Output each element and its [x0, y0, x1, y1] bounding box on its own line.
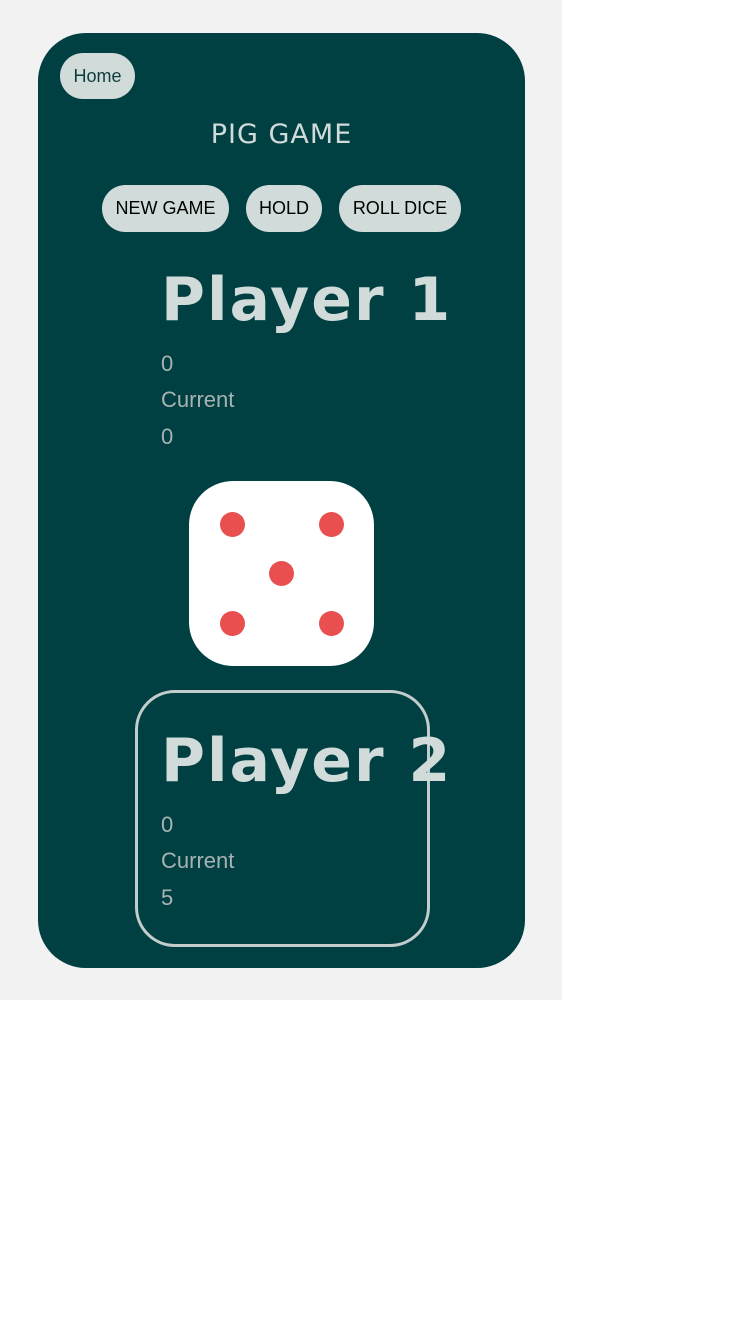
- player-1-name: Player 1: [161, 265, 453, 335]
- game-title: PIG GAME: [210, 119, 353, 150]
- hold-button[interactable]: HOLD: [246, 185, 322, 232]
- roll-dice-button[interactable]: ROLL DICE: [339, 185, 461, 232]
- dice-pip: [318, 511, 344, 537]
- player-1-score: 0: [161, 351, 174, 376]
- player-1-current-score: 0: [161, 424, 174, 449]
- dice-pip: [269, 561, 294, 586]
- dice-pip: [219, 511, 245, 537]
- dice-pip: [219, 610, 245, 636]
- controls-bar: NEW GAME HOLD ROLL DICE: [38, 185, 525, 232]
- dice-pip: [318, 610, 344, 636]
- home-button[interactable]: Home: [60, 53, 135, 99]
- page-background: Home PIG GAME NEW GAME HOLD ROLL DICE Pl…: [0, 0, 562, 1000]
- new-game-button[interactable]: NEW GAME: [102, 185, 229, 232]
- player-2-current-label: Current: [161, 848, 235, 873]
- player-2-current-score: 5: [161, 885, 174, 910]
- player-2-name: Player 2: [161, 726, 453, 796]
- game-card: Home PIG GAME NEW GAME HOLD ROLL DICE Pl…: [38, 33, 525, 968]
- player-2-score: 0: [161, 812, 174, 837]
- player-1-current-label: Current: [161, 387, 235, 412]
- dice: [189, 481, 374, 666]
